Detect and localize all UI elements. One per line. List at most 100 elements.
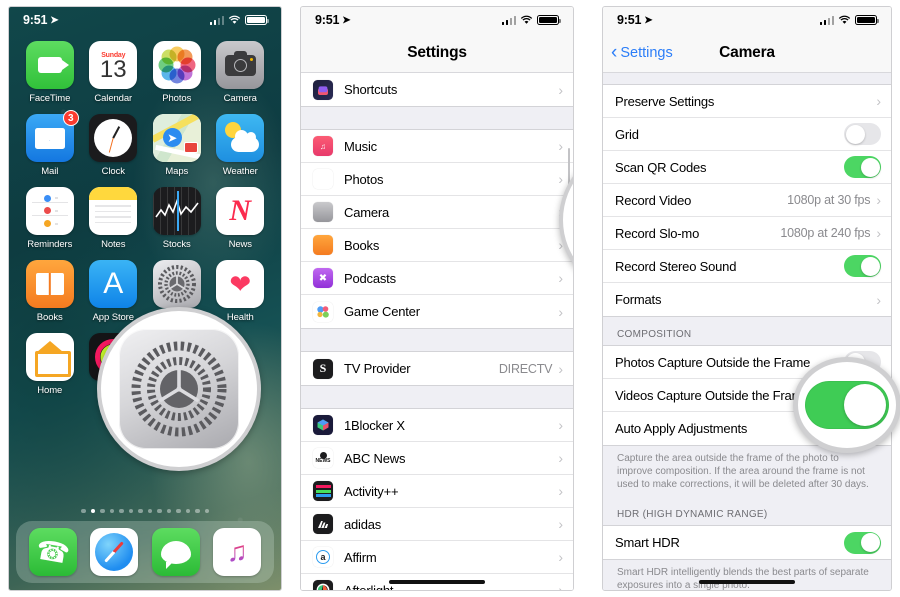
app-calendar[interactable]: Sunday 13 Calendar [85, 41, 143, 104]
camera-row-formats[interactable]: Formats › [603, 283, 891, 316]
camera-row-smart-hdr[interactable]: Smart HDR [603, 526, 891, 559]
camera-row-record-stereo-sound[interactable]: Record Stereo Sound [603, 250, 891, 283]
group-separator [603, 73, 891, 84]
row-label: Grid [615, 126, 639, 142]
news-icon: N [216, 187, 265, 235]
game-center-icon [313, 301, 333, 322]
row-label: adidas [344, 516, 382, 532]
app-photos[interactable]: Photos [148, 41, 206, 104]
affirm-icon: a [313, 547, 333, 567]
row-label: Game Center [344, 304, 420, 319]
phone-icon[interactable]: ☎ [28, 528, 77, 576]
camera-row-preserve-settings[interactable]: Preserve Settings › [603, 85, 891, 118]
app-camera[interactable]: Camera [212, 41, 270, 104]
smart-hdr-toggle[interactable] [844, 531, 881, 554]
app-facetime[interactable]: FaceTime [21, 41, 79, 104]
chevron-right-icon: › [558, 516, 563, 532]
settings-row-music[interactable]: ♫ Music › [301, 130, 573, 163]
record-stereo-sound-toggle[interactable] [844, 255, 881, 277]
app-reminders[interactable]: Reminders [21, 187, 79, 250]
settings-scroll-area[interactable]: Shortcuts › ♫ Music › Photos › Camera Bo… [301, 73, 573, 590]
row-label: Podcasts [344, 270, 396, 286]
settings-gear-icon [152, 260, 201, 308]
abc-news-icon: NEWS [313, 448, 333, 468]
app-clock[interactable]: Clock [85, 114, 143, 177]
notes-icon [89, 187, 138, 235]
safari-icon[interactable] [90, 528, 139, 576]
status-bar-time: 9:51 [617, 13, 642, 27]
location-arrow-icon: ➤ [342, 14, 351, 26]
chevron-right-icon: › [558, 270, 563, 286]
battery-icon [855, 14, 880, 26]
settings-row-podcasts[interactable]: ✖ Podcasts › [301, 262, 573, 295]
camera-row-record-slo-mo[interactable]: Record Slo-mo 1080p at 240 fps › [603, 217, 891, 250]
app-label: Health [226, 312, 254, 323]
app-label: News [228, 239, 252, 250]
music-icon[interactable]: ♫ [213, 528, 262, 576]
app-maps[interactable]: ➤ Maps [148, 114, 206, 177]
chevron-left-icon: ‹ [611, 41, 618, 63]
status-bar-time: 9:51 [23, 13, 48, 27]
camera-row-record-video[interactable]: Record Video 1080p at 30 fps › [603, 184, 891, 217]
home-icon [25, 333, 74, 381]
app-health[interactable]: ❤ Health [212, 260, 270, 323]
group-separator [301, 329, 573, 351]
adidas-icon [313, 514, 333, 534]
calendar-day-number: 13 [99, 55, 127, 83]
settings-row-activity-plus-plus[interactable]: Activity++ › [301, 475, 573, 508]
settings-row-adidas[interactable]: adidas › [301, 508, 573, 541]
settings-row-camera[interactable]: Camera › [301, 196, 573, 229]
row-label: Photos [344, 171, 384, 187]
page-indicator-dots[interactable] [9, 508, 281, 513]
camera-scroll-area[interactable]: Preserve Settings › Grid Scan QR Codes R… [603, 73, 891, 590]
camera-row-scan-qr-codes[interactable]: Scan QR Codes [603, 151, 891, 184]
chevron-right-icon: › [558, 483, 563, 499]
cellular-signal-icon [209, 15, 224, 25]
app-mail[interactable]: 3 Mail [21, 110, 79, 177]
photos-icon [313, 169, 333, 189]
app-label: Photos [162, 93, 192, 104]
app-weather[interactable]: Weather [212, 114, 270, 177]
toggle-on-icon[interactable] [805, 381, 889, 429]
1blocker-icon [313, 415, 333, 435]
settings-row-books[interactable]: Books › [301, 229, 573, 262]
app-app-store[interactable]: A App Store [85, 260, 143, 323]
mail-badge: 3 [62, 110, 79, 126]
settings-row-shortcuts[interactable]: Shortcuts › [301, 73, 573, 106]
phone-camera-settings: 9:51 ➤ ‹ Settings Camera Preserve Settin… [602, 6, 892, 591]
app-label: Mail [41, 166, 59, 177]
row-value: 1080p at 30 fps [787, 193, 871, 207]
row-label: Scan QR Codes [615, 159, 707, 175]
chevron-right-icon: › [558, 303, 563, 320]
back-label: Settings [620, 44, 673, 61]
page-title: Settings [407, 43, 467, 61]
camera-row-grid[interactable]: Grid [603, 118, 891, 151]
photos-icon [152, 41, 201, 89]
app-news[interactable]: N News [212, 187, 270, 250]
row-label: Record Stereo Sound [615, 258, 737, 274]
camera-section-hdr: Smart HDR [603, 525, 891, 560]
app-stocks[interactable]: Stocks [148, 187, 206, 250]
back-to-settings-button[interactable]: ‹ Settings [611, 41, 673, 63]
row-label: Affirm [344, 549, 377, 565]
health-icon: ❤ [216, 260, 265, 308]
grid-toggle[interactable] [844, 123, 881, 145]
settings-row-game-center[interactable]: Game Center › [301, 295, 573, 328]
app-books[interactable]: Books [21, 260, 79, 323]
settings-row-photos[interactable]: Photos › [301, 163, 573, 196]
settings-group-2: ♫ Music › Photos › Camera › Books [301, 129, 573, 329]
stocks-icon [152, 187, 201, 235]
settings-row-tv-provider[interactable]: S TV Provider DIRECTV › [301, 352, 573, 385]
app-label: App Store [92, 312, 134, 323]
home-indicator-bar [389, 579, 485, 584]
app-label: Home [37, 385, 63, 396]
app-label: Stocks [162, 239, 191, 250]
messages-icon[interactable] [151, 528, 200, 576]
app-home[interactable]: Home [21, 333, 79, 396]
app-notes[interactable]: Notes [85, 187, 143, 250]
settings-row-affirm[interactable]: a Affirm › [301, 541, 573, 574]
scan-qr-codes-toggle[interactable] [844, 156, 881, 178]
chevron-right-icon: › [558, 549, 563, 565]
settings-row-1blocker-x[interactable]: 1Blocker X › [301, 409, 573, 442]
settings-row-abc-news[interactable]: NEWS ABC News › [301, 442, 573, 475]
